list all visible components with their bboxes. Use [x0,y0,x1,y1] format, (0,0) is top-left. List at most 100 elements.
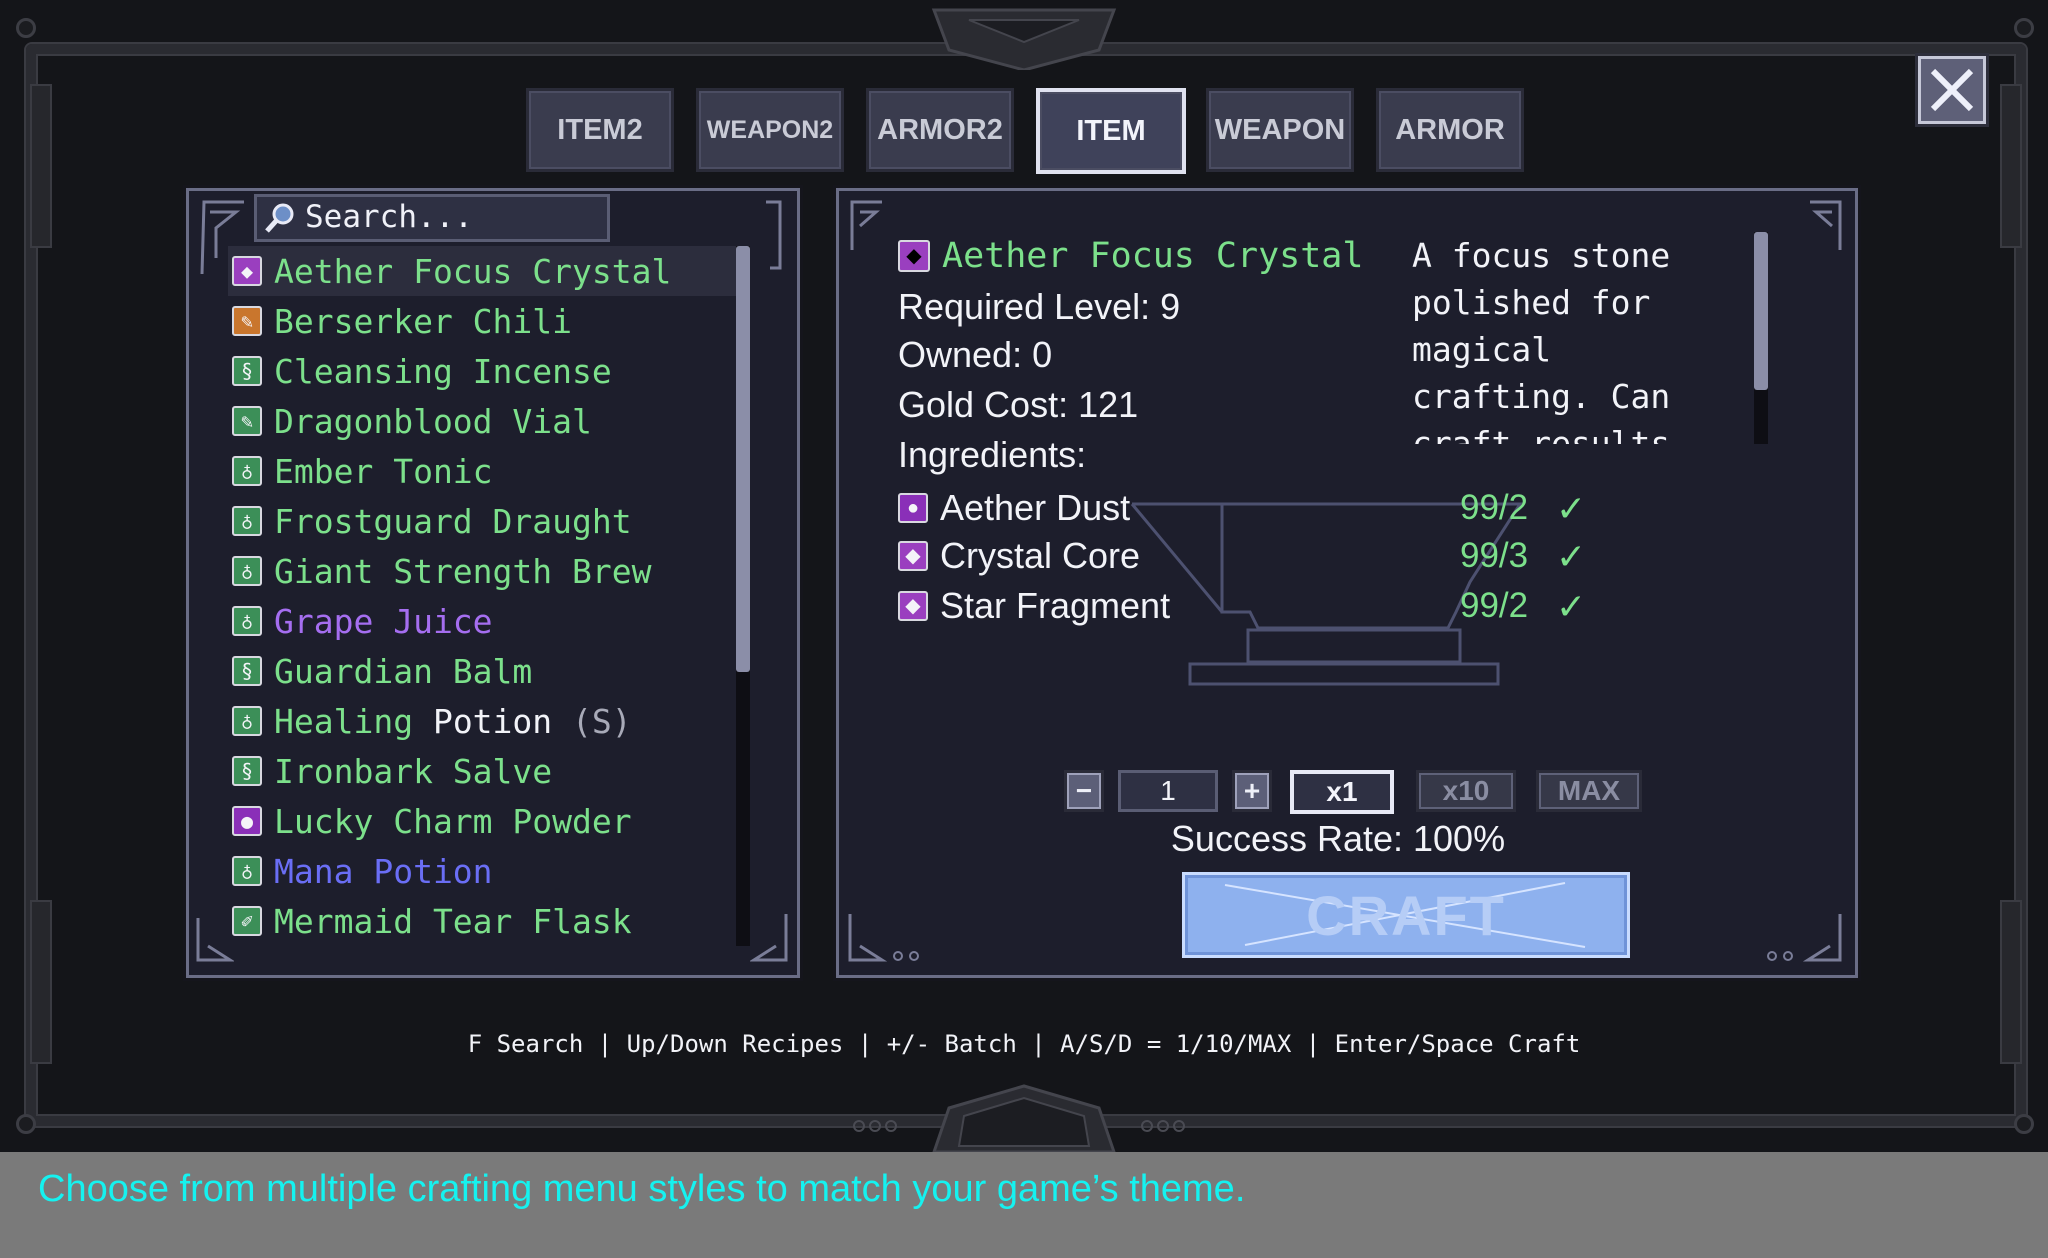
batch-x10-button[interactable]: x10 [1416,770,1516,812]
scrollbar-thumb[interactable] [1754,232,1768,390]
bottom-dots-left [853,1120,897,1132]
potion-icon: ♁ [232,556,262,586]
check-icon: ✓ [1556,488,1587,529]
owned-count: Owned: 0 [898,334,1053,375]
scrollbar-thumb[interactable] [736,246,750,672]
tab-weapon[interactable]: WEAPON [1206,88,1354,172]
tab-item[interactable]: ITEM [1036,88,1186,174]
scroll-icon: § [232,356,262,386]
quill-icon: ✐ [232,906,262,936]
recipe-list-item[interactable]: § Guardian Balm [228,646,736,696]
panel-corner-ornament [750,914,788,962]
recipe-list-scrollbar[interactable] [736,246,750,946]
recipe-list-item[interactable]: ◆ Aether Focus Crystal [228,246,736,296]
check-icon: ✓ [1556,586,1587,627]
success-rate: Success Rate: 100% [1170,818,1506,859]
recipe-size-tag: (S) [552,701,632,741]
keyboard-hint: F Search | Up/Down Recipes | +/- Batch |… [467,1030,1581,1058]
recipe-name: Ironbark Salve [274,751,553,791]
gold-cost: Gold Cost: 121 [898,384,1139,425]
panel-corner-ornament [848,914,919,962]
craft-button[interactable]: CRAFT [1182,872,1630,958]
panel-corner-ornament [1810,200,1842,250]
recipe-name: Guardian Balm [274,651,533,691]
recipe-name: Healing [274,701,414,741]
search-box[interactable]: Search... [254,194,610,242]
recipe-list-item[interactable]: ♁ Grape Juice [228,596,736,646]
crystal-icon: ◆ [898,591,928,621]
panel-corner-ornament [766,200,782,270]
recipe-list-item[interactable]: ♁ Mana Potion [228,846,736,896]
orb-icon: ● [898,493,928,523]
ingredient-name: Star Fragment [940,585,1171,626]
recipe-list-item[interactable]: ♁ Healing Potion (S) [228,696,736,746]
recipe-name: Grape Juice [274,601,493,641]
recipe-name: Ember Tonic [274,451,493,491]
ingredient-row: ● Aether Dust [898,486,1130,530]
recipe-list-item[interactable]: ♁ Ember Tonic [228,446,736,496]
recipe-name: Frostguard Draught [274,501,632,541]
ingredient-row: ◆ Crystal Core [898,534,1140,578]
side-ornament [30,84,52,248]
potion-icon: ♁ [232,856,262,886]
crystal-icon: ◆ [232,256,262,286]
panel-corner-ornament [850,200,882,250]
tab-item2[interactable]: ITEM2 [526,88,674,172]
recipe-list-item[interactable]: ♁ Giant Strength Brew [228,546,736,596]
corner-stud [16,18,36,38]
ingredient-quantity: 99/3 [1460,536,1529,575]
promo-caption: Choose from multiple crafting menu style… [38,1168,1246,1210]
corner-stud [2014,18,2034,38]
search-input[interactable]: Search... [305,199,473,235]
recipe-list-item[interactable]: ● Lucky Charm Powder [228,796,736,846]
corner-stud [2014,1114,2034,1134]
close-icon [1930,68,1974,112]
batch-x1-button[interactable]: x1 [1290,770,1394,814]
recipe-list-item[interactable]: § Cleansing Incense [228,346,736,396]
ingredient-row: ◆ Star Fragment [898,584,1170,628]
tab-armor[interactable]: ARMOR [1376,88,1524,172]
quantity-field[interactable]: 1 [1118,770,1218,812]
bottom-ornament [932,1084,1116,1152]
crystal-icon: ◆ [898,240,930,272]
description-scrollbar[interactable] [1754,232,1768,444]
panel-corner-ornament [1767,914,1842,962]
close-button[interactable] [1918,56,1986,124]
vial-icon: ✎ [232,406,262,436]
recipe-list-item[interactable]: ✐ Mermaid Tear Flask [228,896,736,946]
recipe-name: Cleansing Incense [274,351,612,391]
recipe-name: Dragonblood Vial [274,401,592,441]
recipe-list-item[interactable]: § Ironbark Salve [228,746,736,796]
recipe-name-extra: Potion [413,701,553,741]
ingredient-name: Aether Dust [940,487,1131,528]
tab-weapon2[interactable]: WEAPON2 [696,88,844,172]
recipe-name: Berserker Chili [274,301,573,341]
recipe-list-item[interactable]: ✎ Berserker Chili [228,296,736,346]
batch-max-button[interactable]: MAX [1536,770,1642,812]
recipe-list-item[interactable]: ♁ Frostguard Draught [228,496,736,546]
orb-icon: ● [232,806,262,836]
recipe-list-item[interactable]: ✎ Dragonblood Vial [228,396,736,446]
ingredient-quantity: 99/2 [1460,586,1529,625]
recipe-name: Aether Focus Crystal [274,251,672,291]
detail-title-row: ◆ Aether Focus Crystal [898,236,1363,276]
bottom-dots-right [1141,1120,1185,1132]
potion-icon: ♁ [232,706,262,736]
potion-icon: ♁ [232,506,262,536]
decrease-button[interactable]: − [1064,770,1104,812]
recipe-name: Mermaid Tear Flask [274,901,632,941]
tab-armor2[interactable]: ARMOR2 [866,88,1014,172]
craft-label: CRAFT [1306,883,1506,947]
required-level: Required Level: 9 [898,286,1181,327]
scroll-icon: § [232,656,262,686]
recipe-name: Mana Potion [274,851,493,891]
ingredients-heading: Ingredients: [898,434,1087,475]
increase-button[interactable]: + [1232,770,1272,812]
corner-stud [16,1114,36,1134]
recipe-list: ◆ Aether Focus Crystal ✎ Berserker Chili § Cl… [228,246,736,946]
recipe-name: Lucky Charm Powder [274,801,632,841]
crystal-icon: ◆ [898,541,928,571]
ingredient-quantity: 99/2 [1460,488,1529,527]
potion-icon: ♁ [232,606,262,636]
side-ornament [2000,84,2022,248]
